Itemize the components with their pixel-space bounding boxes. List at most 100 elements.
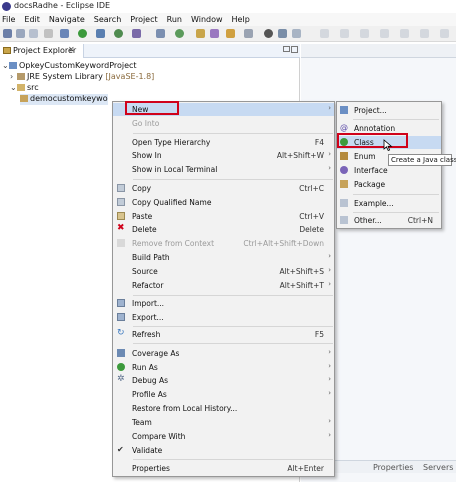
menu-separator: [353, 212, 439, 213]
menu-item-validate[interactable]: ✔ Validate: [113, 444, 334, 457]
menu-item-delete[interactable]: ✖ Delete Delete: [113, 223, 334, 236]
chevron-right-icon: ›: [328, 280, 331, 288]
menu-item-team[interactable]: Team ›: [113, 416, 334, 429]
chevron-right-icon[interactable]: ›: [10, 72, 17, 81]
new-class-icon[interactable]: [175, 29, 184, 38]
menu-item-copy[interactable]: Copy Ctrl+C: [113, 182, 334, 195]
new-package-icon[interactable]: [156, 29, 165, 38]
interface-icon: [340, 166, 348, 174]
team-perspective-icon[interactable]: [420, 29, 429, 38]
maximize-icon[interactable]: [291, 46, 298, 53]
submenu-item-package[interactable]: Package: [337, 178, 441, 191]
submenu-item-example[interactable]: Example...: [337, 197, 441, 210]
minimize-icon[interactable]: [283, 46, 290, 52]
external-tools-icon[interactable]: [114, 29, 123, 38]
pin-icon[interactable]: [226, 29, 235, 38]
submenu-item-label: Interface: [354, 166, 388, 175]
menu-item-build-path[interactable]: Build Path ›: [113, 251, 334, 264]
submenu-item-project[interactable]: Project...: [337, 104, 441, 117]
coverage-icon[interactable]: [96, 29, 105, 38]
resource-perspective-icon[interactable]: [440, 29, 449, 38]
git-perspective-icon[interactable]: [400, 29, 409, 38]
menu-window[interactable]: Window: [191, 15, 223, 24]
eclipse-icon: [2, 2, 11, 11]
menu-search[interactable]: Search: [94, 15, 121, 24]
menu-item-label: Copy: [132, 184, 152, 193]
close-icon[interactable]: ✕: [68, 45, 75, 54]
menu-item-label: Show in Local Terminal: [132, 165, 218, 174]
tab-properties[interactable]: Properties: [373, 463, 413, 472]
debug-perspective-icon[interactable]: [380, 29, 389, 38]
annotation-icon: @: [340, 123, 348, 132]
web-browser-icon[interactable]: [264, 29, 273, 38]
tree-item-jre-library[interactable]: › JRE System Library [JavaSE-1.8]: [10, 72, 154, 83]
menu-item-show-in-terminal[interactable]: Show in Local Terminal ›: [113, 163, 334, 176]
new-file-icon[interactable]: [3, 29, 12, 38]
menu-item-remove-from-context[interactable]: Remove from Context Ctrl+Alt+Shift+Down: [113, 237, 334, 250]
menu-run[interactable]: Run: [167, 15, 182, 24]
library-version: [JavaSE-1.8]: [105, 72, 155, 81]
tab-project-explorer[interactable]: Project Explorer ✕: [0, 44, 84, 58]
menu-item-properties[interactable]: Properties Alt+Enter: [113, 462, 334, 475]
tree-item-project[interactable]: ⌄ OpkeyCustomKeywordProject: [2, 61, 137, 72]
forward-icon[interactable]: [292, 29, 301, 38]
tab-servers[interactable]: Servers: [423, 463, 453, 472]
menu-item-go-into[interactable]: Go Into: [113, 117, 334, 130]
print-icon[interactable]: [44, 29, 53, 38]
menu-item-compare-with[interactable]: Compare With ›: [113, 430, 334, 443]
new-java-project-icon[interactable]: [132, 29, 141, 38]
menu-item-label: Compare With: [132, 432, 186, 441]
debug-icon: ✲: [117, 374, 125, 384]
menu-item-run-as[interactable]: Run As ›: [113, 361, 334, 374]
menu-project[interactable]: Project: [130, 15, 157, 24]
menu-item-label: Run As: [132, 363, 158, 372]
menu-item-export[interactable]: Export...: [113, 311, 334, 324]
menu-item-refresh[interactable]: ↻ Refresh F5: [113, 328, 334, 341]
java-perspective-icon[interactable]: [360, 29, 369, 38]
paste-icon: [117, 212, 125, 220]
open-perspective-icon[interactable]: [340, 29, 349, 38]
chevron-down-icon[interactable]: ⌄: [10, 83, 17, 92]
back-icon[interactable]: [278, 29, 287, 38]
menu-item-copy-qualified-name[interactable]: Copy Qualified Name: [113, 196, 334, 209]
menu-separator: [133, 343, 333, 344]
menu-item-open-type-hierarchy[interactable]: Open Type Hierarchy F4: [113, 136, 334, 149]
menu-item-paste[interactable]: Paste Ctrl+V: [113, 210, 334, 223]
run-icon[interactable]: [78, 29, 87, 38]
menu-item-source[interactable]: Source Alt+Shift+S ›: [113, 265, 334, 278]
tree-item-package[interactable]: democustomkeywo: [20, 94, 108, 105]
chevron-right-icon: ›: [328, 348, 331, 356]
project-explorer-title: Project Explorer: [13, 46, 77, 55]
src-folder-name: src: [27, 83, 39, 92]
menu-item-restore-history[interactable]: Restore from Local History...: [113, 402, 334, 415]
open-type-icon[interactable]: [196, 29, 205, 38]
menu-help[interactable]: Help: [232, 15, 250, 24]
menu-edit[interactable]: Edit: [24, 15, 40, 24]
menu-item-label: Properties: [132, 464, 170, 473]
menu-item-coverage-as[interactable]: Coverage As ›: [113, 347, 334, 360]
menu-item-import[interactable]: Import...: [113, 297, 334, 310]
menu-separator: [133, 179, 333, 180]
menu-item-label: Import...: [132, 299, 165, 308]
annotation-nav-icon[interactable]: [244, 29, 253, 38]
menu-file[interactable]: File: [2, 15, 15, 24]
menu-item-refactor[interactable]: Refactor Alt+Shift+T ›: [113, 279, 334, 292]
menu-item-label: Build Path: [132, 253, 170, 262]
menu-item-label: Restore from Local History...: [132, 404, 238, 413]
menu-item-profile-as[interactable]: Profile As ›: [113, 388, 334, 401]
menu-navigate[interactable]: Navigate: [49, 15, 85, 24]
chevron-down-icon[interactable]: ⌄: [2, 61, 9, 70]
export-icon: [117, 313, 125, 321]
save-all-icon[interactable]: [29, 29, 38, 38]
project-name: OpkeyCustomKeywordProject: [19, 61, 137, 70]
menu-item-label: Refresh: [132, 330, 161, 339]
menu-item-debug-as[interactable]: ✲ Debug As ›: [113, 374, 334, 387]
submenu-item-other[interactable]: Other... Ctrl+N: [337, 214, 441, 227]
perspective-icon[interactable]: [320, 29, 329, 38]
menu-item-show-in[interactable]: Show In Alt+Shift+W ›: [113, 149, 334, 162]
submenu-item-label: Example...: [354, 199, 394, 208]
search-icon[interactable]: [210, 29, 219, 38]
tree-item-src[interactable]: ⌄ src: [10, 83, 39, 94]
debug-icon[interactable]: [60, 29, 69, 38]
save-icon[interactable]: [16, 29, 25, 38]
